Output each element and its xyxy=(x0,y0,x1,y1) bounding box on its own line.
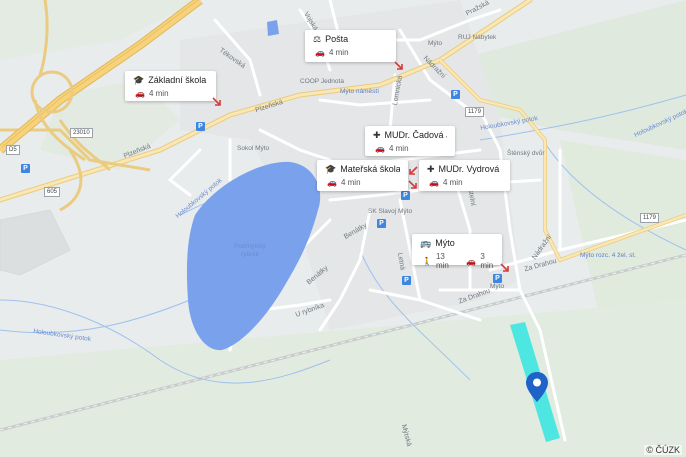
place-label-myto-2: Mýto xyxy=(490,283,505,290)
poi-card-title: Základní škola M... xyxy=(148,75,208,85)
direction-arrow-icon xyxy=(394,61,403,70)
drive-time: 4 min xyxy=(442,178,463,187)
poi-card-title: MUDr. Čadová Jana xyxy=(384,130,447,140)
post-office-icon: ⚖ xyxy=(313,34,322,44)
drive-time: 4 min xyxy=(340,178,361,187)
place-label-ruj: RUJ Nábytek xyxy=(458,34,497,41)
place-label-coop: COOP Jednota xyxy=(300,78,344,85)
parking-icon[interactable]: P xyxy=(196,122,205,131)
car-icon: 🚗 xyxy=(315,48,325,57)
drive-time: 4 min xyxy=(388,144,409,153)
drive-time: 4 min xyxy=(148,89,169,98)
clinic-icon: ✚ xyxy=(427,164,435,174)
car-icon: 🚗 xyxy=(375,144,385,153)
copyright-label[interactable]: © ČÚZK xyxy=(644,445,682,455)
pond-label: Podmýtský rybník xyxy=(234,243,266,258)
poi-card-title: MUDr. Vydrová K... xyxy=(438,164,502,174)
parking-icon[interactable]: P xyxy=(401,191,410,200)
map-view[interactable]: Pražská Plzeňská Plzeňská Tékovská Vojsk… xyxy=(0,0,686,457)
bus-stop-label-rozc: Mýto rozc. 4 žel. st. xyxy=(580,252,636,259)
place-label-myto: Mýto xyxy=(428,40,443,47)
direction-arrow-icon xyxy=(500,263,509,272)
parking-icon[interactable]: P xyxy=(21,164,30,173)
car-icon: 🚗 xyxy=(327,178,337,187)
place-label-sokol: Sokol Mýto xyxy=(237,145,270,152)
road-number-1179-east: 1179 xyxy=(640,213,659,223)
poi-card-mudr-vydrova[interactable]: ✚MUDr. Vydrová K... 🚗4 min xyxy=(419,160,510,191)
walk-icon: 🚶 xyxy=(422,256,432,266)
poi-card-title: Mateřská škola Sl... xyxy=(340,164,400,174)
place-label-sk-slavoj: SK Slavoj Mýto xyxy=(368,208,413,215)
direction-arrow-icon xyxy=(409,166,418,175)
parking-icon[interactable]: P xyxy=(451,90,460,99)
parking-icon[interactable]: P xyxy=(493,274,502,283)
road-number-d5: D5 xyxy=(6,145,20,155)
car-icon: 🚗 xyxy=(466,256,477,266)
poi-card-bus-myto[interactable]: 🚌 Mýto 🚶 13 min 🚗 3 min xyxy=(412,234,502,270)
bus-icon: 🚌 xyxy=(420,238,432,248)
road-number-1179: 1179 xyxy=(465,107,484,117)
car-icon: 🚗 xyxy=(135,89,145,98)
parking-icon[interactable]: P xyxy=(402,276,411,285)
clinic-icon: ✚ xyxy=(373,130,381,140)
drive-time: 4 min xyxy=(328,48,349,57)
school-icon: 🎓 xyxy=(133,75,145,85)
road-number-23010: 23010 xyxy=(70,128,93,138)
road-number-605: 605 xyxy=(44,187,61,197)
place-label-stensky-dvur: Štěnský dvůr xyxy=(507,150,545,157)
poi-card-materska-skola[interactable]: 🎓Mateřská škola Sl... 🚗4 min xyxy=(317,160,408,191)
poi-card-mudr-cadova[interactable]: ✚MUDr. Čadová Jana 🚗4 min xyxy=(365,126,455,156)
direction-arrow-icon xyxy=(212,97,221,106)
map-base-layer xyxy=(0,0,686,457)
bus-stop-label-namesti: Mýto náměstí xyxy=(340,88,380,95)
location-pin-icon[interactable] xyxy=(525,371,549,403)
school-icon: 🎓 xyxy=(325,164,337,174)
poi-card-title: Mýto xyxy=(435,238,455,248)
walk-time: 13 min xyxy=(435,252,449,270)
poi-card-posta[interactable]: ⚖ Pošta 🚗 4 min xyxy=(305,30,396,62)
poi-card-zakladni-skola[interactable]: 🎓Základní škola M... 🚗4 min xyxy=(125,71,216,101)
car-icon: 🚗 xyxy=(429,178,439,187)
parking-icon[interactable]: P xyxy=(377,219,386,228)
direction-arrow-icon xyxy=(408,180,417,189)
drive-time: 3 min xyxy=(480,252,494,270)
poi-card-title: Pošta xyxy=(325,34,349,44)
